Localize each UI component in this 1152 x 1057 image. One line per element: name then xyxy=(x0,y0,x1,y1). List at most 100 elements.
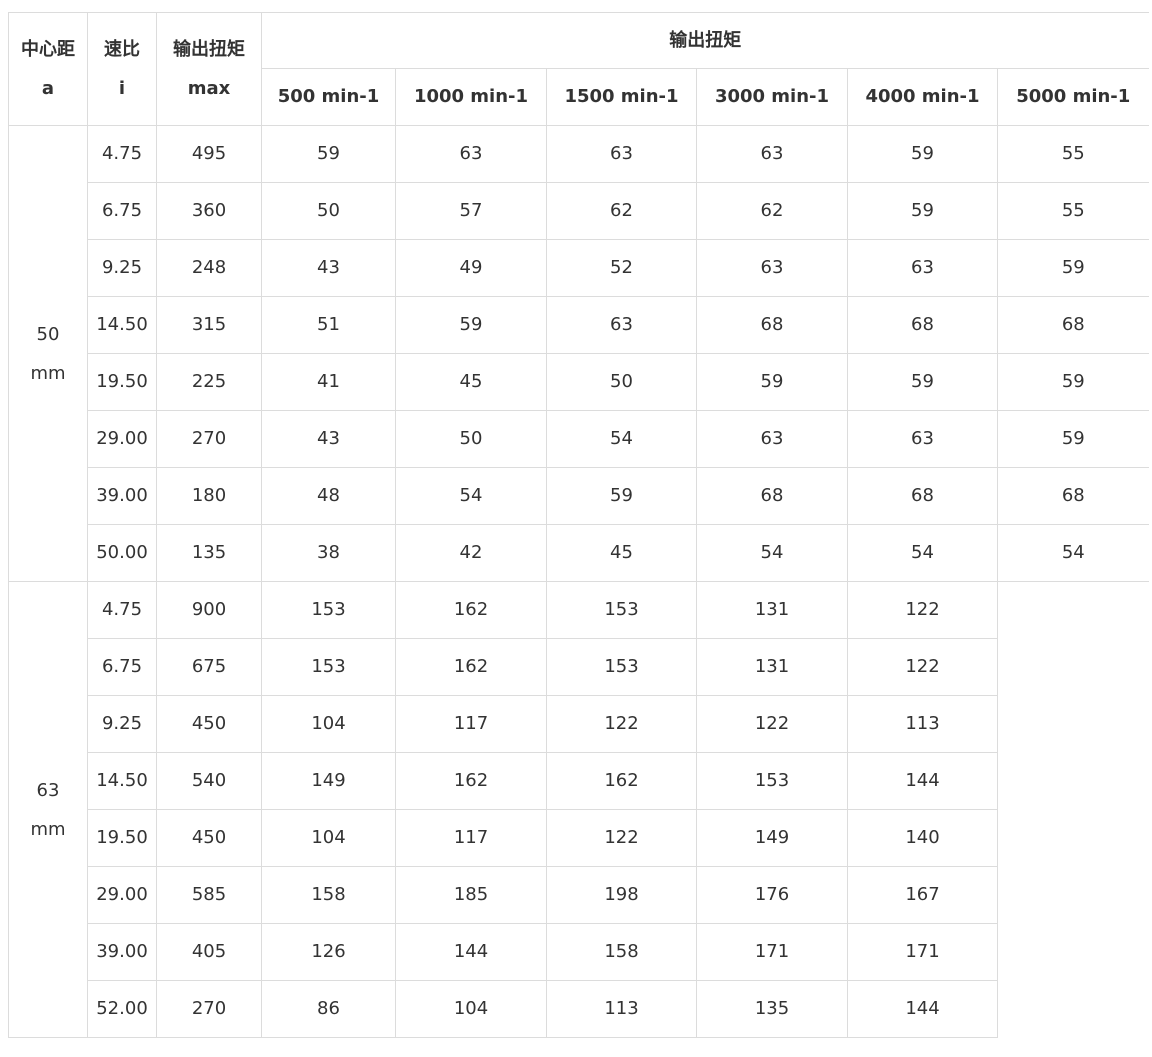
torque-value-cell: 113 xyxy=(847,695,998,753)
torque-value-cell: 38 xyxy=(261,524,396,582)
torque-value-cell: 153 xyxy=(696,752,848,810)
max-torque-cell: 450 xyxy=(156,695,262,753)
max-torque-cell: 675 xyxy=(156,638,262,696)
torque-value-cell: 149 xyxy=(696,809,848,867)
ratio-cell: 19.50 xyxy=(87,353,157,411)
max-torque-cell: 450 xyxy=(156,809,262,867)
torque-value-cell: 59 xyxy=(696,353,848,411)
max-torque-cell: 225 xyxy=(156,353,262,411)
torque-value-cell: 153 xyxy=(261,638,396,696)
max-torque-cell: 405 xyxy=(156,923,262,981)
torque-value-cell: 104 xyxy=(261,809,396,867)
table-row: 6.75 675 153 162 153 131 122 xyxy=(9,638,1149,696)
max-torque-cell: 360 xyxy=(156,182,262,240)
table-row: 29.00 270 43 50 54 63 63 59 xyxy=(9,410,1149,468)
torque-table: 中心距 a 速比 i 输出扭矩 max 输出扭矩 500 min-1 1000 … xyxy=(8,12,1149,1038)
torque-value-cell: 54 xyxy=(696,524,848,582)
table-row: 29.00 585 158 185 198 176 167 xyxy=(9,866,1149,924)
torque-value-cell: 59 xyxy=(996,353,1149,411)
torque-value-cell: 68 xyxy=(696,467,848,525)
torque-value-cell: 86 xyxy=(261,980,396,1038)
torque-value-cell: 63 xyxy=(395,125,547,183)
torque-value-cell: 104 xyxy=(261,695,396,753)
torque-value-cell: 55 xyxy=(996,182,1149,240)
torque-value-cell: 54 xyxy=(546,410,697,468)
ratio-cell: 4.75 xyxy=(87,581,157,639)
ratio-cell: 6.75 xyxy=(87,638,157,696)
torque-value-cell: 122 xyxy=(546,695,697,753)
header-speed-1000: 1000 min-1 xyxy=(395,68,547,126)
table-row: 14.50 540 149 162 162 153 144 xyxy=(9,752,1149,810)
torque-value-cell: 117 xyxy=(395,809,547,867)
table-row: 39.00 180 48 54 59 68 68 68 xyxy=(9,467,1149,525)
torque-value-cell: 51 xyxy=(261,296,396,354)
table-row: 6.75 360 50 57 62 62 59 55 xyxy=(9,182,1149,240)
ratio-cell: 19.50 xyxy=(87,809,157,867)
center-distance-cell: 63 mm xyxy=(8,581,88,1038)
torque-value-cell: 158 xyxy=(546,923,697,981)
torque-value-cell: 42 xyxy=(395,524,547,582)
torque-value-cell: 63 xyxy=(546,296,697,354)
ratio-cell: 14.50 xyxy=(87,296,157,354)
torque-value-cell: 144 xyxy=(847,980,998,1038)
table-row: 9.25 450 104 117 122 122 113 xyxy=(9,695,1149,753)
header-center-distance-symbol: a xyxy=(41,78,55,99)
torque-value-cell: 43 xyxy=(261,239,396,297)
header-max-torque: 输出扭矩 max xyxy=(156,12,262,126)
torque-value-cell: 62 xyxy=(696,182,848,240)
ratio-cell: 14.50 xyxy=(87,752,157,810)
header-max-torque-symbol: max xyxy=(187,78,231,99)
torque-value-cell: 167 xyxy=(847,866,998,924)
torque-value-cell: 126 xyxy=(261,923,396,981)
ratio-cell: 50.00 xyxy=(87,524,157,582)
torque-value-cell: 158 xyxy=(261,866,396,924)
torque-value-cell: 104 xyxy=(395,980,547,1038)
torque-value-cell: 185 xyxy=(395,866,547,924)
table-body: 50 mm 4.75 495 59 63 63 63 59 55 6.75 360 50 57 62 62 59… xyxy=(8,125,1149,1038)
header-speed-1500: 1500 min-1 xyxy=(546,68,697,126)
header-ratio: 速比 i xyxy=(87,12,157,126)
torque-value-cell: 50 xyxy=(546,353,697,411)
ratio-cell: 52.00 xyxy=(87,980,157,1038)
empty-cell xyxy=(996,581,1149,1038)
torque-value-cell: 122 xyxy=(696,695,848,753)
torque-value-cell: 59 xyxy=(546,467,697,525)
torque-value-cell: 59 xyxy=(996,239,1149,297)
max-torque-cell: 270 xyxy=(156,980,262,1038)
torque-value-cell: 48 xyxy=(261,467,396,525)
max-torque-cell: 180 xyxy=(156,467,262,525)
max-torque-cell: 585 xyxy=(156,866,262,924)
torque-value-cell: 45 xyxy=(546,524,697,582)
torque-value-cell: 62 xyxy=(546,182,697,240)
torque-value-cell: 149 xyxy=(261,752,396,810)
table-row: 19.50 225 41 45 50 59 59 59 xyxy=(9,353,1149,411)
ratio-cell: 29.00 xyxy=(87,866,157,924)
torque-value-cell: 59 xyxy=(395,296,547,354)
header-speed-5000: 5000 min-1 xyxy=(996,68,1149,126)
table-row: 19.50 450 104 117 122 149 140 xyxy=(9,809,1149,867)
center-distance-value: 63 xyxy=(36,779,60,801)
torque-value-cell: 153 xyxy=(261,581,396,639)
torque-value-cell: 63 xyxy=(546,125,697,183)
torque-value-cell: 162 xyxy=(395,752,547,810)
torque-value-cell: 54 xyxy=(395,467,547,525)
torque-value-cell: 59 xyxy=(847,125,998,183)
torque-value-cell: 153 xyxy=(546,638,697,696)
torque-value-cell: 162 xyxy=(546,752,697,810)
max-torque-cell: 900 xyxy=(156,581,262,639)
torque-value-cell: 57 xyxy=(395,182,547,240)
table-row: 50.00 135 38 42 45 54 54 54 xyxy=(9,524,1149,582)
torque-value-cell: 68 xyxy=(996,296,1149,354)
header-speed-500: 500 min-1 xyxy=(261,68,396,126)
torque-value-cell: 59 xyxy=(996,410,1149,468)
torque-value-cell: 122 xyxy=(847,638,998,696)
torque-value-cell: 68 xyxy=(847,467,998,525)
torque-value-cell: 162 xyxy=(395,581,547,639)
torque-value-cell: 153 xyxy=(546,581,697,639)
header-center-distance-label: 中心距 xyxy=(21,39,75,60)
table-row: 9.25 248 43 49 52 63 63 59 xyxy=(9,239,1149,297)
torque-value-cell: 68 xyxy=(996,467,1149,525)
max-torque-cell: 248 xyxy=(156,239,262,297)
center-distance-cell: 50 mm xyxy=(8,125,88,582)
torque-value-cell: 135 xyxy=(696,980,848,1038)
